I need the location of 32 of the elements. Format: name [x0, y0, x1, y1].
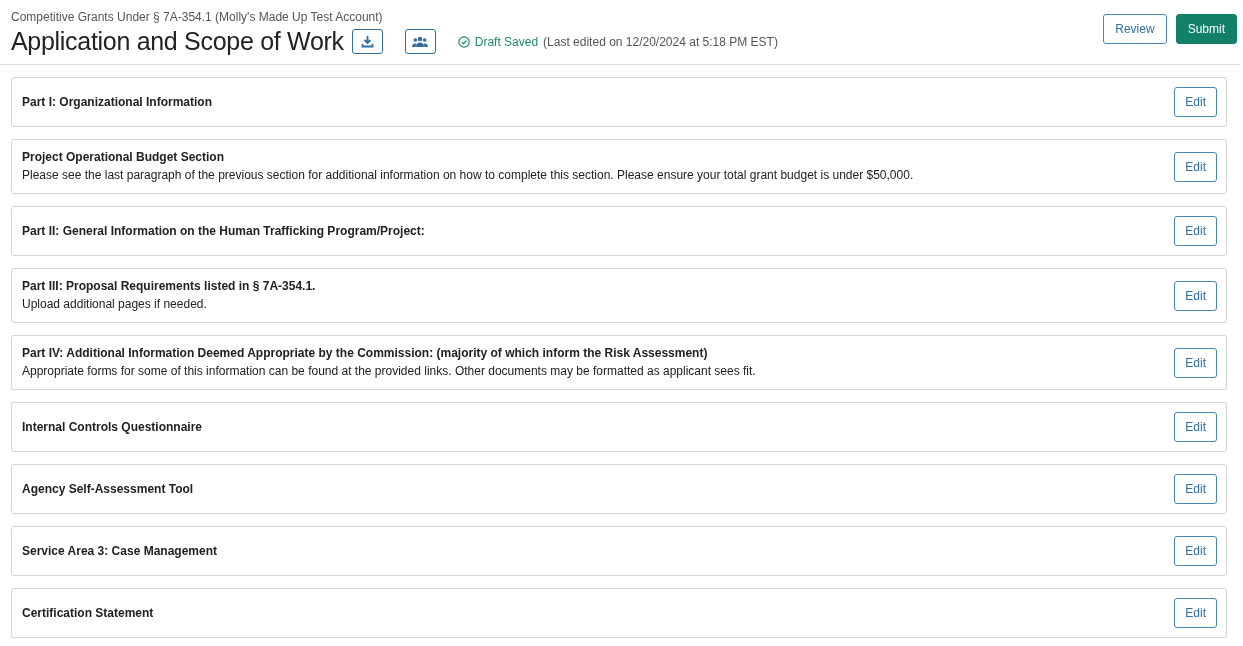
- program-name: Competitive Grants Under § 7A-354.1 (Molly's Made Up Test Account): [11, 10, 384, 24]
- section-title: Agency Self-Assessment Tool: [22, 480, 194, 498]
- download-button[interactable]: [351, 29, 383, 54]
- edit-button[interactable]: Edit: [1174, 280, 1217, 311]
- users-icon: [412, 35, 429, 48]
- section-description: Please see the last paragraph of the previous section for additional information on how to complete this section. Please ensure your total grant budget is under $50,000.: [22, 167, 914, 184]
- section-title: Internal Controls Questionnaire: [22, 418, 203, 436]
- section-title: Part I: Organizational Information: [22, 93, 212, 111]
- section-title: Certification Statement: [22, 604, 154, 622]
- users-button[interactable]: [404, 29, 436, 54]
- page-title: Application and Scope of Work: [11, 27, 344, 56]
- section-title: Part II: General Information on the Human Trafficking Program/Project:: [22, 222, 425, 240]
- edit-button[interactable]: Edit: [1174, 536, 1217, 566]
- last-edited: (Last edited on 12/20/2024 at 5:18 PM EST): [543, 34, 778, 49]
- check-circle-icon: [457, 35, 470, 48]
- edit-button[interactable]: Edit: [1174, 598, 1217, 628]
- review-button[interactable]: Review: [1103, 14, 1167, 44]
- edit-button[interactable]: Edit: [1174, 412, 1217, 442]
- download-icon: [360, 35, 374, 48]
- section-title: Service Area 3: Case Management: [22, 542, 217, 560]
- save-status: Draft Saved: [474, 34, 539, 49]
- section-title: Part III: Proposal Requirements listed in § 7A-354.1.: [22, 278, 316, 295]
- edit-button[interactable]: Edit: [1174, 151, 1217, 182]
- section-title: Project Operational Budget Section: [22, 149, 226, 166]
- edit-button[interactable]: Edit: [1174, 216, 1217, 246]
- edit-button[interactable]: Edit: [1174, 347, 1217, 378]
- section-description: Appropriate forms for some of this information can be found at the provided links. Other documents may be formatted as applicant sees fit.: [22, 363, 756, 380]
- edit-button[interactable]: Edit: [1174, 474, 1217, 504]
- section-title: Part IV: Additional Information Deemed Appropriate by the Commission: (majority of which inform the Risk Assessment): [22, 345, 709, 362]
- section-description: Upload additional pages if needed.: [22, 296, 208, 313]
- submit-button[interactable]: Submit: [1175, 14, 1237, 44]
- edit-button[interactable]: Edit: [1174, 87, 1217, 117]
